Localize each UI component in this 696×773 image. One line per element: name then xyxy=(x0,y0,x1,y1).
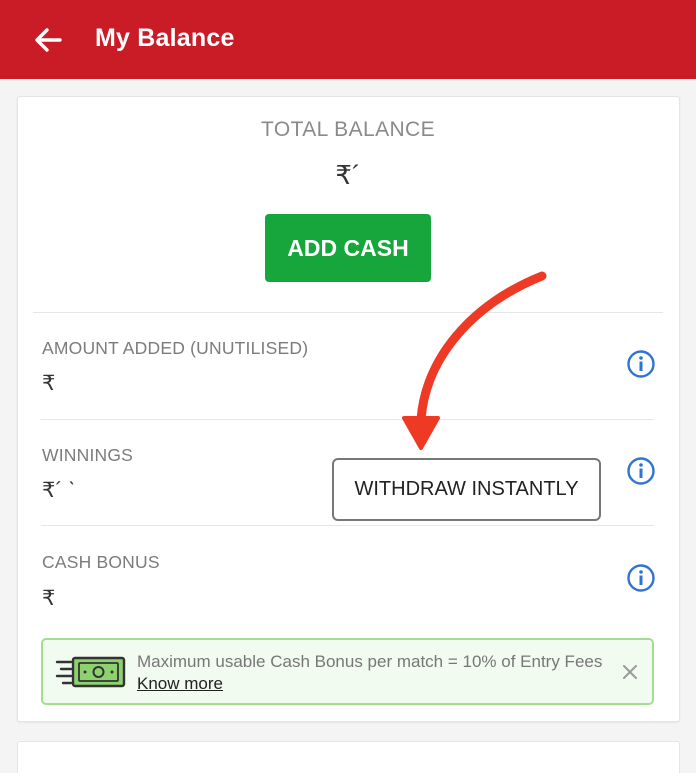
cash-bonus-label: CASH BONUS xyxy=(42,552,160,572)
page-title: My Balance xyxy=(95,24,235,52)
info-icon[interactable] xyxy=(626,456,656,486)
info-icon[interactable] xyxy=(626,563,656,593)
total-balance-value: ₹´ xyxy=(335,160,361,190)
arrow-left-icon xyxy=(35,28,62,52)
cash-note-icon xyxy=(55,656,126,688)
divider xyxy=(33,312,663,313)
secondary-card xyxy=(17,741,680,773)
amount-added-label: AMOUNT ADDED (UNUTILISED) xyxy=(42,338,309,358)
back-button[interactable] xyxy=(30,22,66,58)
withdraw-instantly-button[interactable]: WITHDRAW INSTANTLY xyxy=(332,458,601,521)
app-header: My Balance xyxy=(0,0,696,79)
know-more-link[interactable]: Know more xyxy=(137,674,223,693)
cash-bonus-banner: Maximum usable Cash Bonus per match = 10… xyxy=(41,638,654,705)
winnings-value: ₹´ ˋ xyxy=(42,479,76,502)
divider xyxy=(41,419,654,420)
cash-bonus-info-text: Maximum usable Cash Bonus per match = 10… xyxy=(137,651,607,695)
info-icon[interactable] xyxy=(626,349,656,379)
winnings-label: WINNINGS xyxy=(42,445,134,465)
cash-bonus-rule-text: Maximum usable Cash Bonus per match = 10… xyxy=(137,652,603,671)
add-cash-button[interactable]: ADD CASH xyxy=(265,214,431,282)
amount-added-value: ₹ xyxy=(42,372,56,395)
cash-bonus-value: ₹ xyxy=(42,587,56,610)
total-balance-label: TOTAL BALANCE xyxy=(260,118,436,141)
divider xyxy=(41,525,654,526)
close-icon[interactable] xyxy=(618,660,642,684)
